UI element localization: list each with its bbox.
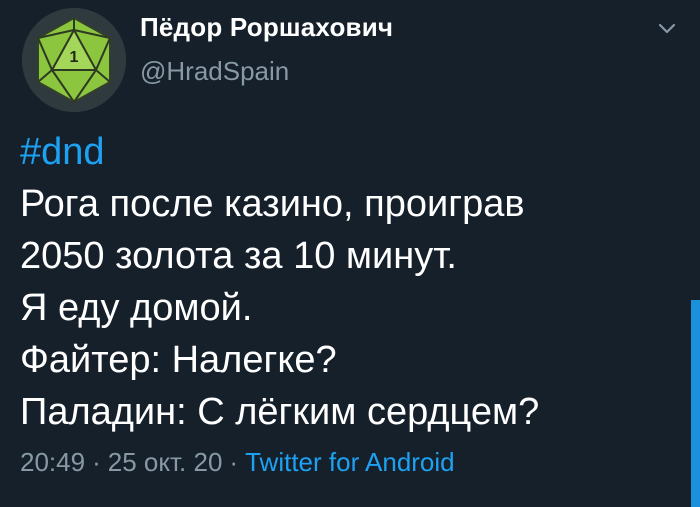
tweet-source-link[interactable]: Twitter for Android — [245, 447, 455, 477]
tweet-time[interactable]: 20:49 — [20, 447, 85, 477]
user-handle[interactable]: @HradSpain — [140, 56, 289, 87]
hashtag-link[interactable]: #dnd — [20, 126, 680, 178]
tweet-text: #dnd Рога после казино, проиграв 2050 зо… — [20, 126, 680, 438]
tweet-line: 2050 золота за 10 минут. — [20, 235, 457, 277]
meta-separator: · — [229, 447, 239, 477]
tweet-meta: 20:49 · 25 окт. 20 · Twitter for Android — [20, 447, 455, 478]
tweet-menu-button[interactable] — [658, 22, 676, 36]
scrollbar[interactable] — [691, 300, 700, 507]
tweet-line: Паладин: С лёгким сердцем? — [20, 391, 540, 433]
tweet-card: 1 Пёдор Роршахович @HradSpain #dnd Рога … — [0, 0, 700, 507]
avatar[interactable]: 1 — [22, 8, 126, 112]
tweet-line: Я еду домой. — [20, 287, 253, 329]
chevron-down-icon — [658, 23, 676, 34]
tweet-date[interactable]: 25 окт. 20 — [108, 447, 223, 477]
tweet-line: Файтер: Налегке? — [20, 339, 337, 381]
display-name[interactable]: Пёдор Роршахович — [140, 12, 393, 43]
tweet-line: Рога после казино, проиграв — [20, 183, 525, 225]
meta-separator: · — [92, 447, 101, 477]
avatar-label: 1 — [70, 49, 79, 66]
d20-dice-icon: 1 — [22, 8, 126, 112]
